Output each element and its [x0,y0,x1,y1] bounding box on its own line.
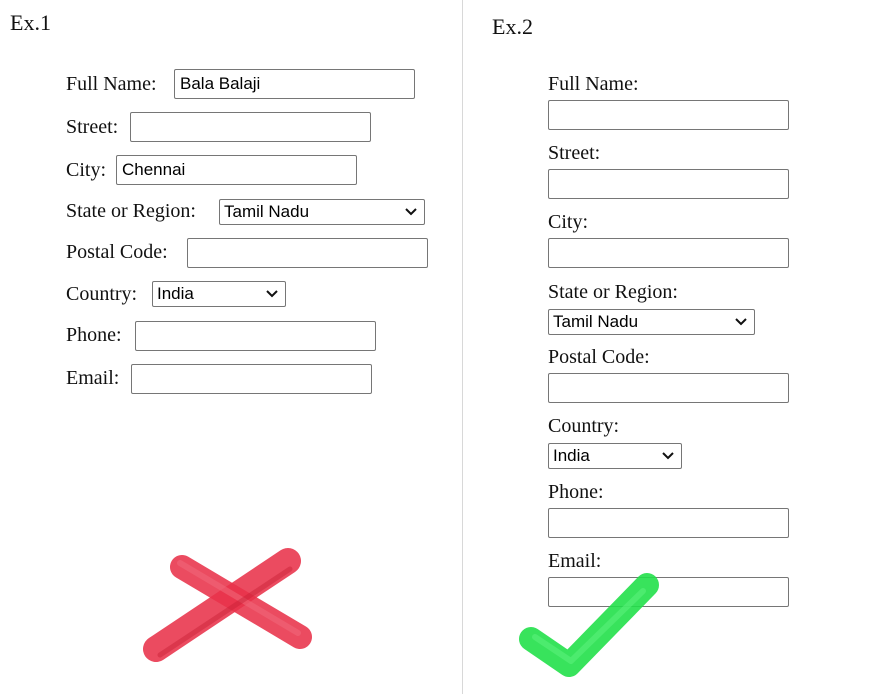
example-1-title: Ex.1 [10,10,51,35]
ex2-postal-code-input[interactable] [548,373,789,403]
ex1-postal-code-label: Postal Code: [66,241,168,263]
ex2-country-label: Country: [548,415,620,437]
example-2-title: Ex.2 [492,14,533,39]
ex1-city-label: City: [66,159,107,181]
ex1-street-label: Street: [66,116,119,138]
green-checkmark-icon [519,573,659,677]
ex1-phone-label: Phone: [66,324,122,346]
ex2-city-label: City: [548,211,589,233]
ex1-country-select[interactable]: India [152,281,286,307]
ex2-state-label: State or Region: [548,281,678,303]
chevron-down-icon [405,208,417,216]
ex2-city-input[interactable] [548,238,789,268]
ex1-country-selected-value: India [157,284,194,303]
panel-divider [462,0,463,694]
ex2-street-input[interactable] [548,169,789,199]
ex1-full-name-input[interactable]: Bala Balaji [174,69,415,99]
ex2-state-selected-value: Tamil Nadu [553,312,639,331]
ex2-country-select[interactable]: India [548,443,682,469]
ex1-email-label: Email: [66,367,120,389]
ex2-phone-label: Phone: [548,481,604,503]
ex2-postal-code-label: Postal Code: [548,346,650,368]
red-cross-icon [143,548,312,662]
ex2-state-select[interactable]: Tamil Nadu [548,309,755,335]
ex1-city-input[interactable]: Chennai [116,155,357,185]
chevron-down-icon [735,318,747,326]
ex1-state-label: State or Region: [66,200,196,222]
ex1-phone-input[interactable] [135,321,376,351]
ex2-full-name-label: Full Name: [548,73,639,95]
ex1-state-select[interactable]: Tamil Nadu [219,199,425,225]
ex1-country-label: Country: [66,283,138,305]
ex2-country-selected-value: India [553,446,590,465]
ex2-street-label: Street: [548,142,601,164]
chevron-down-icon [266,290,278,298]
ex1-postal-code-input[interactable] [187,238,428,268]
ex2-phone-input[interactable] [548,508,789,538]
ex1-state-selected-value: Tamil Nadu [224,202,310,221]
ex2-full-name-input[interactable] [548,100,789,130]
ex1-email-input[interactable] [131,364,372,394]
ex1-street-input[interactable] [130,112,371,142]
ex1-full-name-label: Full Name: [66,73,157,95]
chevron-down-icon [662,452,674,460]
